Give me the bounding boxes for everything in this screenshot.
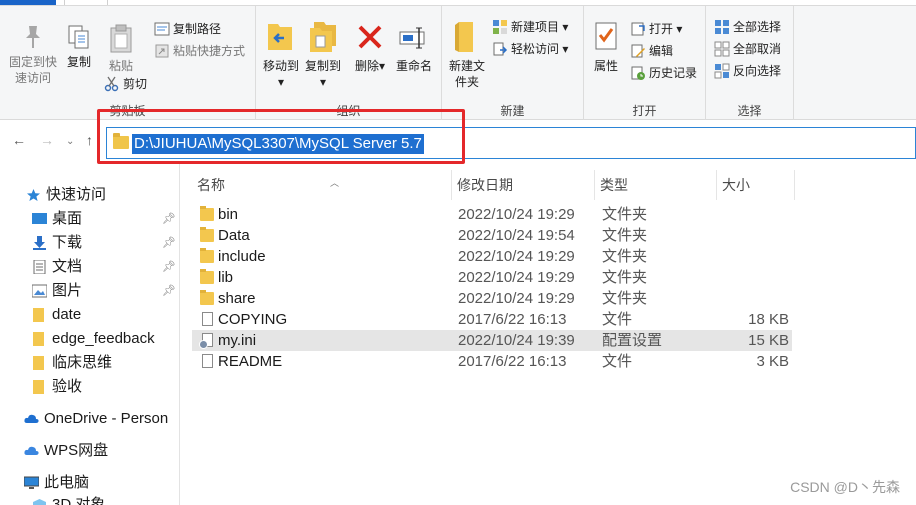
select-all-icon bbox=[715, 20, 729, 34]
pin-icon: 📌︎ bbox=[162, 285, 176, 297]
new-group: 新建文件夹 新建项目 ▾ 轻松访问 ▾ 新建 bbox=[442, 6, 584, 121]
desktop-icon bbox=[32, 213, 47, 224]
properties-icon bbox=[595, 22, 617, 50]
file-row[interactable]: my.ini 2022/10/24 19:39 配置设置 15 KB bbox=[192, 330, 792, 351]
history-button[interactable]: 历史记录 bbox=[630, 63, 697, 83]
copy-to-button[interactable]: 复制到▾ bbox=[302, 20, 344, 90]
star-icon bbox=[27, 189, 40, 201]
download-arrow-icon bbox=[33, 236, 46, 250]
organize-group: 移动到▾ 复制到▾ 删除▾ 重命名 组织 bbox=[256, 6, 442, 121]
file-list: ︿ 名称 修改日期 类型 大小 bin 2022/10/24 19:29 文件夹… bbox=[181, 164, 916, 505]
open-group-label: 打开 bbox=[632, 104, 657, 118]
copy-path-button[interactable]: 复制路径 bbox=[154, 19, 221, 39]
cloud-icon bbox=[24, 414, 39, 423]
select-none-icon bbox=[714, 41, 730, 57]
paste-shortcut-button[interactable]: 粘贴快捷方式 bbox=[154, 41, 245, 61]
folder-icon bbox=[33, 332, 44, 346]
open-button[interactable]: 打开 ▾ bbox=[630, 19, 682, 39]
new-folder-icon bbox=[455, 22, 473, 52]
picture-icon bbox=[32, 284, 47, 298]
navigation-pane: 快速访问 桌面 📌︎ 下载 📌︎ 文档 📌︎ 图片 📌︎ date edge_f… bbox=[0, 164, 180, 505]
copy-to-icon bbox=[310, 22, 336, 52]
easy-access-icon bbox=[493, 42, 508, 56]
copy-icon bbox=[68, 25, 89, 49]
easy-access-button[interactable]: 轻松访问 ▾ bbox=[492, 39, 568, 59]
sort-up-chevron-icon: ︿ bbox=[330, 178, 340, 188]
watermark: CSDN @D丶先森 bbox=[790, 479, 900, 495]
invert-selection-icon bbox=[714, 63, 730, 79]
ribbon: 固定到快速访问 复制 粘贴 复制路径 粘贴快捷方式 剪切 剪贴板 移动到▾ 复制… bbox=[0, 5, 916, 121]
recent-locations-chevron-icon[interactable]: ⌄ bbox=[66, 136, 74, 147]
column-header-date[interactable]: 修改日期 bbox=[452, 170, 595, 200]
folder-icon bbox=[200, 227, 214, 242]
select-all-button[interactable]: 全部选择 bbox=[714, 17, 781, 37]
folder-icon bbox=[200, 269, 214, 284]
delete-button[interactable]: 删除▾ bbox=[353, 20, 387, 74]
forward-arrow-icon[interactable]: → bbox=[40, 132, 54, 148]
rename-button[interactable]: 重命名 bbox=[392, 20, 436, 74]
file-icon bbox=[202, 354, 213, 368]
file-row[interactable]: share 2022/10/24 19:29 文件夹 bbox=[192, 288, 792, 309]
new-folder-button[interactable]: 新建文件夹 bbox=[446, 20, 488, 90]
file-row[interactable]: lib 2022/10/24 19:29 文件夹 bbox=[192, 267, 792, 288]
cube-icon bbox=[33, 499, 46, 505]
cut-button[interactable]: 剪切 bbox=[104, 74, 147, 94]
copy-button[interactable]: 复制 bbox=[62, 24, 96, 70]
history-icon bbox=[631, 66, 645, 80]
file-row[interactable]: include 2022/10/24 19:29 文件夹 bbox=[192, 246, 792, 267]
up-arrow-icon[interactable]: ↑ bbox=[86, 132, 93, 148]
column-header-size[interactable]: 大小 bbox=[717, 170, 795, 200]
file-icon bbox=[202, 312, 213, 326]
file-row[interactable]: Data 2022/10/24 19:54 文件夹 bbox=[192, 225, 792, 246]
move-to-button[interactable]: 移动到▾ bbox=[260, 20, 302, 90]
wps-cloud-icon bbox=[24, 446, 39, 455]
pin-icon: 📌︎ bbox=[162, 213, 176, 225]
scissors-icon bbox=[104, 76, 119, 92]
pin-icon: 📌︎ bbox=[162, 237, 176, 249]
computer-icon bbox=[24, 476, 39, 489]
folder-icon bbox=[33, 380, 44, 394]
edit-pencil-icon bbox=[631, 44, 645, 58]
select-group: 全部选择 全部取消 反向选择 选择 bbox=[706, 6, 794, 121]
new-item-button[interactable]: 新建项目 ▾ bbox=[492, 17, 568, 37]
move-to-icon bbox=[268, 24, 292, 50]
folder-icon bbox=[200, 290, 214, 305]
pin-icon bbox=[26, 26, 40, 48]
folder-icon bbox=[200, 206, 214, 221]
config-file-icon bbox=[199, 333, 213, 349]
file-row[interactable]: README 2017/6/22 16:13 文件 3 KB bbox=[192, 351, 792, 372]
clipboard-group: 固定到快速访问 复制 粘贴 复制路径 粘贴快捷方式 剪切 剪贴板 bbox=[0, 6, 256, 121]
paste-button[interactable]: 粘贴 bbox=[102, 24, 140, 74]
edit-button[interactable]: 编辑 bbox=[630, 41, 673, 61]
folder-icon bbox=[200, 248, 214, 263]
highlight-annotation-box bbox=[97, 109, 465, 164]
clipboard-icon bbox=[110, 24, 132, 53]
pin-icon: 📌︎ bbox=[162, 261, 176, 273]
column-header-type[interactable]: 类型 bbox=[595, 170, 717, 200]
column-header-name[interactable]: ︿ 名称 bbox=[192, 170, 452, 200]
open-group: 属性 打开 ▾ 编辑 历史记录 打开 bbox=[584, 6, 706, 121]
copy-path-icon bbox=[154, 22, 170, 36]
select-none-button[interactable]: 全部取消 bbox=[714, 39, 781, 59]
invert-selection-button[interactable]: 反向选择 bbox=[714, 61, 781, 81]
folder-icon bbox=[33, 356, 44, 370]
delete-x-icon bbox=[358, 25, 382, 49]
select-group-label: 选择 bbox=[737, 104, 762, 118]
open-icon bbox=[631, 22, 645, 36]
paste-shortcut-icon bbox=[155, 44, 169, 58]
file-row[interactable]: bin 2022/10/24 19:29 文件夹 bbox=[192, 204, 792, 225]
folder-icon bbox=[33, 308, 44, 322]
document-icon bbox=[33, 260, 46, 274]
rename-icon bbox=[399, 27, 425, 49]
new-item-icon bbox=[493, 20, 507, 34]
file-row[interactable]: COPYING 2017/6/22 16:13 文件 18 KB bbox=[192, 309, 792, 330]
properties-button[interactable]: 属性 bbox=[588, 20, 624, 74]
pin-quick-access-button[interactable]: 固定到快速访问 bbox=[4, 24, 62, 86]
back-arrow-icon[interactable]: ← bbox=[12, 132, 26, 148]
